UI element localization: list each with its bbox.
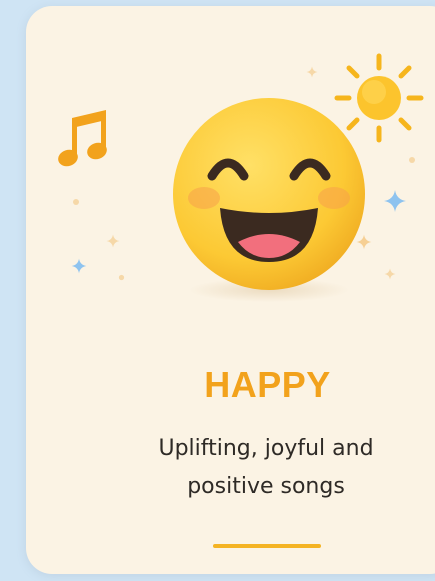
smiling-face-icon xyxy=(164,94,374,304)
sparkle-dot-icon xyxy=(73,199,79,205)
sparkle-icon xyxy=(71,258,87,274)
mood-card-happy[interactable]: HAPPY Uplifting, joyful and positive son… xyxy=(26,6,435,574)
sparkle-dot-icon xyxy=(409,157,415,163)
sparkle-icon xyxy=(306,66,318,78)
sparkle-icon xyxy=(384,268,396,280)
accent-divider xyxy=(213,544,321,548)
music-note-icon xyxy=(58,110,107,167)
mood-description: Uplifting, joyful and positive songs xyxy=(158,436,374,499)
sparkle-dot-icon xyxy=(118,274,125,281)
sparkle-icon xyxy=(106,234,120,248)
mood-title: HAPPY xyxy=(204,364,331,405)
sparkle-icon xyxy=(384,190,406,212)
